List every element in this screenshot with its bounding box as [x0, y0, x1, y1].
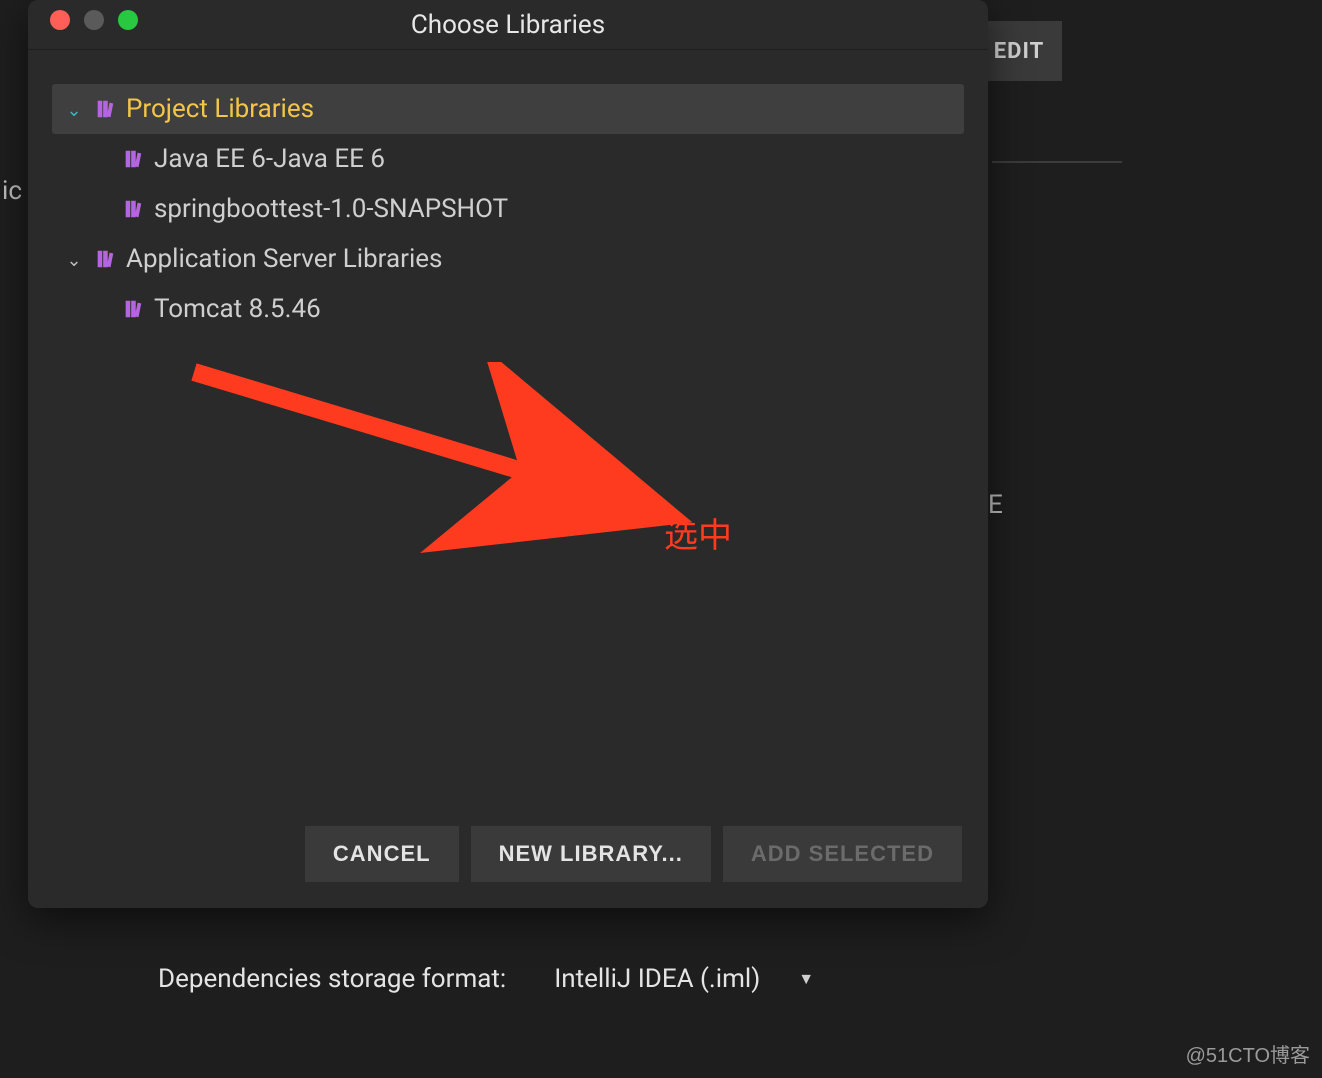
- library-icon: [94, 98, 116, 120]
- dialog-button-row: CANCEL NEW LIBRARY... ADD SELECTED: [28, 806, 988, 908]
- library-icon: [122, 198, 144, 220]
- annotation-label: 选中: [664, 508, 732, 557]
- deps-label: Dependencies storage format:: [158, 964, 506, 994]
- tree-item-label: Tomcat 8.5.46: [154, 294, 321, 324]
- edit-button-label: EDIT: [994, 39, 1044, 64]
- new-library-button-label: NEW LIBRARY...: [499, 841, 683, 867]
- deps-select-value: IntelliJ IDEA (.iml): [554, 964, 760, 994]
- add-selected-button-label: ADD SELECTED: [751, 841, 934, 867]
- dialog-title: Choose Libraries: [411, 10, 605, 40]
- edit-button[interactable]: EDIT: [976, 21, 1062, 81]
- tree-group-label: Application Server Libraries: [126, 244, 442, 274]
- watermark: @51CTO博客: [1186, 1039, 1310, 1068]
- tree-item[interactable]: Tomcat 8.5.46: [52, 284, 964, 334]
- tree-item-label: Java EE 6-Java EE 6: [154, 144, 385, 174]
- cancel-button[interactable]: CANCEL: [305, 826, 459, 882]
- chevron-down-icon: ⌄: [64, 250, 84, 271]
- bg-divider: [992, 161, 1122, 163]
- close-icon[interactable]: [50, 10, 70, 30]
- chevron-down-icon: ▼: [798, 969, 814, 989]
- new-library-button[interactable]: NEW LIBRARY...: [471, 826, 711, 882]
- library-icon: [122, 298, 144, 320]
- tree-group-label: Project Libraries: [126, 94, 314, 124]
- window-controls: [50, 10, 138, 30]
- library-tree: ⌄ Project Libraries Java EE 6-Java EE 6 …: [28, 50, 988, 806]
- tree-group-project-libraries[interactable]: ⌄ Project Libraries: [52, 84, 964, 134]
- choose-libraries-dialog: Choose Libraries ⌄ Project Libraries Jav…: [28, 0, 988, 908]
- library-icon: [122, 148, 144, 170]
- tree-item-label: springboottest-1.0-SNAPSHOT: [154, 194, 508, 224]
- tree-item[interactable]: Java EE 6-Java EE 6: [52, 134, 964, 184]
- tree-group-app-server-libraries[interactable]: ⌄ Application Server Libraries: [52, 234, 964, 284]
- minimize-icon[interactable]: [84, 10, 104, 30]
- add-selected-button: ADD SELECTED: [723, 826, 962, 882]
- deps-row: Dependencies storage format: IntelliJ ID…: [158, 964, 1022, 994]
- deps-select[interactable]: IntelliJ IDEA (.iml) ▼: [554, 964, 814, 994]
- library-icon: [94, 248, 116, 270]
- dialog-titlebar: Choose Libraries: [28, 0, 988, 50]
- chevron-down-icon: ⌄: [64, 100, 84, 121]
- cancel-button-label: CANCEL: [333, 841, 431, 867]
- maximize-icon[interactable]: [118, 10, 138, 30]
- bg-clipped-right: E: [988, 490, 1003, 520]
- annotation-arrow: [188, 362, 708, 562]
- tree-item[interactable]: springboottest-1.0-SNAPSHOT: [52, 184, 964, 234]
- bg-clipped-left: ic: [2, 176, 22, 206]
